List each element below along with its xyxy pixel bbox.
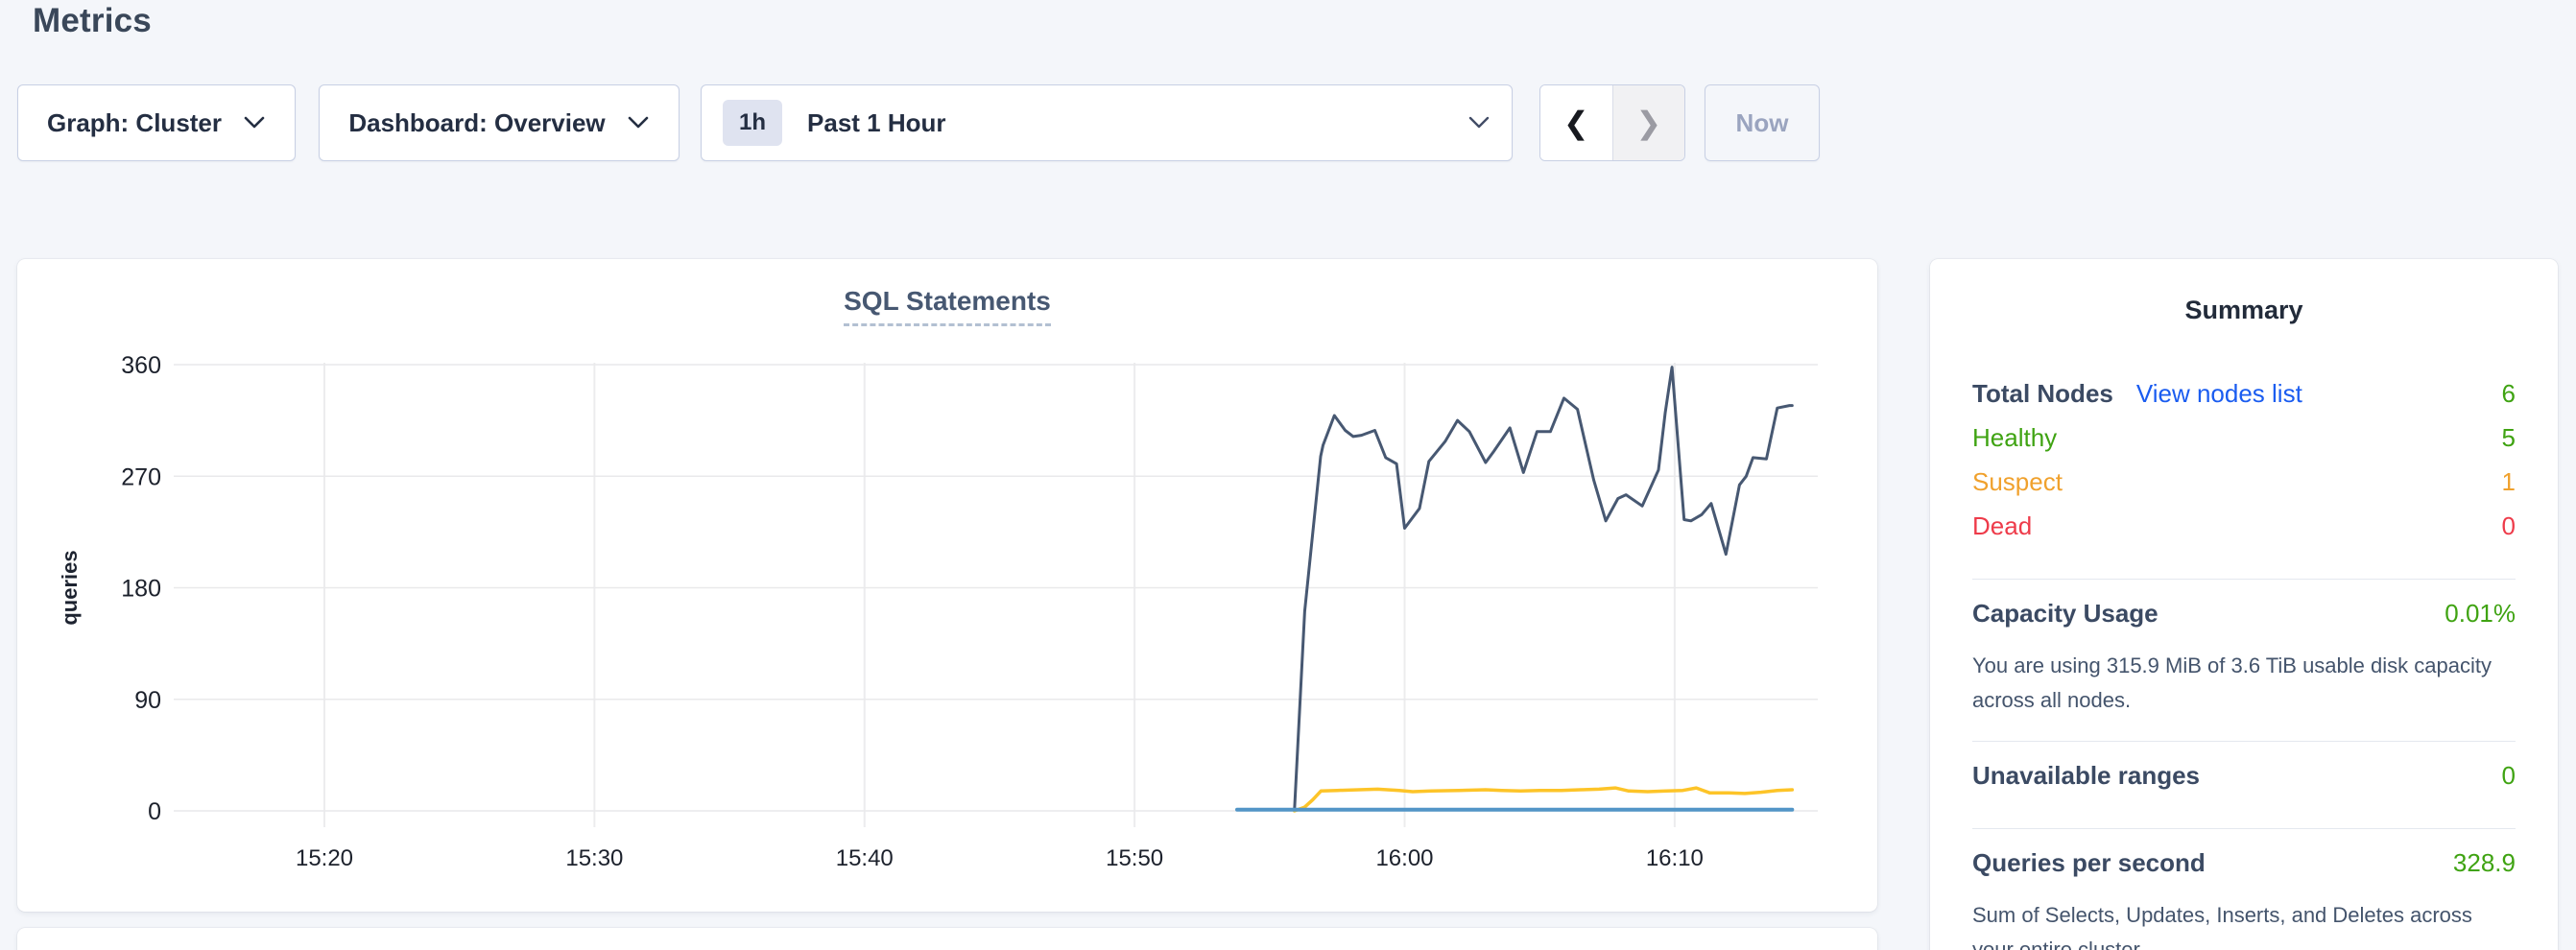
dashboard-dropdown[interactable]: Dashboard: Overview — [319, 84, 680, 161]
summary-title: Summary — [1972, 296, 2516, 325]
x-axis-tick-label: 15:40 — [836, 845, 894, 871]
time-window-pager: ❮ ❯ — [1539, 84, 1685, 161]
summary-panel: Summary Total Nodes View nodes list 6 He… — [1930, 259, 2558, 950]
dashboard-dropdown-label: Dashboard: Overview — [348, 108, 605, 138]
time-range-badge: 1h — [723, 100, 782, 146]
healthy-nodes-row: Healthy 5 — [1972, 423, 2516, 467]
chevron-down-icon — [243, 116, 266, 130]
y-axis-tick-label: 90 — [134, 687, 161, 714]
healthy-value: 5 — [2502, 423, 2516, 453]
sql-statements-chart[interactable]: 0 90 180 270 360 15:20 15:30 15:40 15:50 16:00 16:… — [17, 259, 1877, 912]
x-axis-tick-label: 16:00 — [1375, 845, 1433, 871]
chevron-right-icon: ❯ — [1635, 105, 1661, 141]
suspect-nodes-row: Suspect 1 — [1972, 467, 2516, 511]
sql-statements-chart-card: SQL Statements 0 90 180 270 360 15:20 15:30 15:… — [17, 259, 1877, 912]
chevron-down-icon — [627, 116, 650, 130]
queries-per-second-value: 328.9 — [2453, 848, 2516, 878]
unavailable-ranges-value: 0 — [2502, 761, 2516, 791]
total-nodes-value: 6 — [2502, 379, 2516, 409]
capacity-usage-value: 0.01% — [2445, 599, 2516, 629]
suspect-value: 1 — [2502, 467, 2516, 497]
queries-per-second-label: Queries per second — [1972, 848, 2206, 878]
total-nodes-row: Total Nodes View nodes list 6 — [1972, 379, 2516, 423]
capacity-usage-label: Capacity Usage — [1972, 599, 2159, 629]
page-title: Metrics — [33, 2, 152, 40]
x-axis-tick-label: 15:30 — [565, 845, 623, 871]
unavailable-ranges-label: Unavailable ranges — [1972, 761, 2200, 791]
chart-title-wrap: SQL Statements — [17, 286, 1877, 326]
next-chart-card-partial — [17, 928, 1877, 950]
x-axis-tick-label: 16:10 — [1646, 845, 1704, 871]
time-range-picker[interactable]: 1h Past 1 Hour — [701, 84, 1513, 161]
chevron-left-icon: ❮ — [1563, 105, 1589, 141]
dead-nodes-row: Dead 0 — [1972, 511, 2516, 556]
summary-divider — [1972, 579, 2516, 580]
summary-divider — [1972, 828, 2516, 829]
now-button[interactable]: Now — [1705, 84, 1820, 161]
dead-value: 0 — [2502, 511, 2516, 541]
view-nodes-list-link[interactable]: View nodes list — [2136, 379, 2302, 409]
metrics-page: Metrics Graph: Cluster Dashboard: Overvi… — [0, 0, 2576, 950]
y-axis-tick-label: 270 — [121, 463, 161, 490]
x-axis-tick-label: 15:50 — [1106, 845, 1163, 871]
chart-title[interactable]: SQL Statements — [844, 286, 1051, 326]
graph-dropdown[interactable]: Graph: Cluster — [17, 84, 296, 161]
y-axis-tick-label: 0 — [148, 798, 161, 825]
next-time-window-button[interactable]: ❯ — [1612, 85, 1685, 160]
y-axis-tick-label: 360 — [121, 352, 161, 379]
graph-dropdown-label: Graph: Cluster — [47, 108, 222, 138]
capacity-usage-description: You are using 315.9 MiB of 3.6 TiB usabl… — [1972, 649, 2516, 718]
capacity-usage-row: Capacity Usage 0.01% — [1972, 599, 2516, 643]
chevron-down-icon — [1467, 116, 1491, 130]
healthy-label: Healthy — [1972, 423, 2057, 453]
queries-per-second-row: Queries per second 328.9 — [1972, 848, 2516, 892]
prev-time-window-button[interactable]: ❮ — [1540, 85, 1612, 160]
series-statements-yellow — [1295, 788, 1793, 811]
unavailable-ranges-row: Unavailable ranges 0 — [1972, 761, 2516, 805]
y-axis-tick-label: 180 — [121, 576, 161, 603]
queries-per-second-description: Sum of Selects, Updates, Inserts, and De… — [1972, 898, 2516, 950]
total-nodes-label: Total Nodes — [1972, 379, 2113, 409]
time-range-label: Past 1 Hour — [807, 108, 946, 138]
x-axis-tick-label: 15:20 — [296, 845, 353, 871]
summary-divider — [1972, 741, 2516, 742]
dead-label: Dead — [1972, 511, 2032, 541]
series-statements-dark-slate — [1295, 368, 1793, 811]
suspect-label: Suspect — [1972, 467, 2063, 497]
y-axis-label: queries — [58, 550, 82, 625]
toolbar: Graph: Cluster Dashboard: Overview 1h Pa… — [17, 84, 1820, 161]
